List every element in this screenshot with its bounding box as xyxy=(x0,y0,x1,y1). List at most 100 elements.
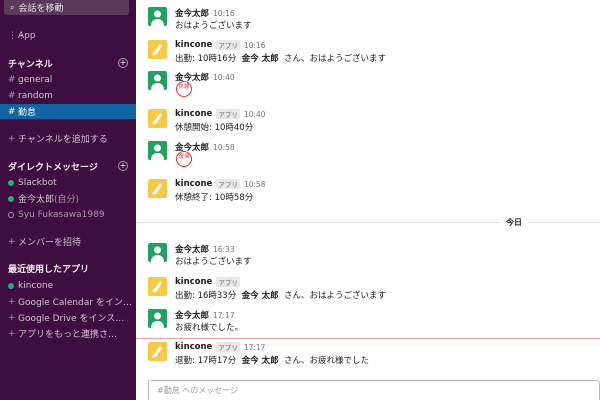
dm-header[interactable]: ダイレクトメッセージ + xyxy=(0,159,136,174)
timestamp[interactable]: 10:16 xyxy=(213,9,235,18)
mention-name: 金今 太郎 xyxy=(241,54,279,64)
sidebar-item-random[interactable]: # random xyxy=(0,88,136,103)
kincone-avatar-icon[interactable] xyxy=(148,109,167,128)
timestamp[interactable]: 16:33 xyxy=(213,245,235,254)
message-text: おはようございます xyxy=(175,21,252,31)
channels-header-label: チャンネル xyxy=(8,60,53,70)
kincone-avatar-icon[interactable] xyxy=(148,277,167,296)
plus-icon: + xyxy=(8,236,16,247)
add-dm-plus-icon[interactable]: + xyxy=(118,161,128,171)
message[interactable]: kincone アプリ 10:16 出勤: 10時16分 金今 太郎 さん、おはよう… xyxy=(136,37,600,67)
app-name: Google Drive をインス… xyxy=(18,314,125,324)
dm-name: 金今太郎 xyxy=(18,195,55,205)
sidebar-item-more-apps[interactable]: + アプリをもっと連携さ… xyxy=(0,326,136,341)
message[interactable]: kincone アプリ 10:40 休憩開始: 10時40分 xyxy=(136,106,600,136)
app-badge: アプリ xyxy=(216,277,240,287)
jump-to-button[interactable]: ⌕ 会話を移動 xyxy=(4,0,129,15)
dm-name: Syu Fukasawa1989 xyxy=(18,209,105,220)
return-stamp: 復帰 xyxy=(176,151,192,167)
sidebar-item-general[interactable]: # general xyxy=(0,72,136,87)
user-avatar-icon[interactable] xyxy=(148,71,167,90)
kincone-avatar-icon[interactable] xyxy=(148,342,167,361)
jump-label: 会話を移動 xyxy=(18,4,64,14)
user-avatar-icon[interactable] xyxy=(148,141,167,160)
message-suffix: さん、お疲れ様でした xyxy=(283,356,369,366)
timestamp[interactable]: 17:17 xyxy=(244,343,266,352)
sidebar: ⌕ 会話を移動 ⋮⋮ App チャンネル + # general # rando… xyxy=(0,0,136,400)
plus-icon: + xyxy=(8,133,16,144)
channels-header[interactable]: チャンネル + xyxy=(0,56,136,71)
kincone-avatar-icon[interactable] xyxy=(148,40,167,59)
recent-apps-header-label: 最近使用したアプリ xyxy=(8,265,90,275)
sidebar-item-slackbot[interactable]: Slackbot xyxy=(0,175,136,190)
message-text: お疲れ様でした。 xyxy=(175,323,244,333)
plus-icon: + xyxy=(8,312,16,323)
sidebar-item-kincone[interactable]: kincone xyxy=(0,278,136,293)
message-input[interactable]: #勤怠 へのメッセージ xyxy=(148,380,600,400)
online-status-icon xyxy=(8,282,14,289)
app-badge: アプリ xyxy=(216,342,240,352)
sender-name[interactable]: kincone xyxy=(175,342,212,352)
message[interactable]: 金今太郎 17:17 お疲れ様でした。 xyxy=(136,306,600,336)
app-badge: アプリ xyxy=(216,109,240,119)
mention-name: 金今 太郎 xyxy=(241,356,279,366)
user-avatar-icon[interactable] xyxy=(148,243,167,262)
message[interactable]: kincone アプリ 17:17 退勤: 17時17分 金今 太郎 さん、お疲れ様… xyxy=(136,339,600,371)
sender-name[interactable]: kincone xyxy=(175,277,212,287)
app-name: kincone xyxy=(18,280,54,291)
timestamp[interactable]: 17:17 xyxy=(213,311,235,320)
message[interactable]: 金今太郎 10:58 復帰 xyxy=(136,138,600,174)
user-avatar-icon[interactable] xyxy=(148,309,167,328)
apps-link[interactable]: ⋮⋮ App xyxy=(0,28,136,43)
user-avatar-icon[interactable] xyxy=(148,7,167,26)
online-status-icon xyxy=(8,179,14,186)
timestamp[interactable]: 10:40 xyxy=(244,110,266,119)
app-name: Google Calendar をイン… xyxy=(18,298,132,308)
day-divider-label: 今日 xyxy=(500,217,528,228)
timestamp[interactable]: 10:58 xyxy=(213,143,235,152)
message-text: おはようございます xyxy=(175,257,252,267)
message[interactable]: kincone アプリ 出勤: 16時33分 金今 太郎 さん、おはようございます xyxy=(136,274,600,304)
sidebar-item-google-drive[interactable]: + Google Drive をインス… xyxy=(0,310,136,325)
message-text: 休憩開始: 10時40分 xyxy=(175,123,254,133)
add-channel-label: チャンネルを追加する xyxy=(18,135,108,145)
sidebar-item-kintai[interactable]: # 勤怠 xyxy=(0,104,136,119)
plus-icon: + xyxy=(8,328,16,339)
message-text: 出勤: 16時33分 金今 太郎 さん、おはようございます xyxy=(175,289,386,301)
timestamp[interactable]: 10:58 xyxy=(244,180,266,189)
message-prefix: 出勤: 10時16分 xyxy=(175,54,237,64)
message-suffix: さん、おはようございます xyxy=(283,291,386,301)
app-badge: アプリ xyxy=(216,40,240,50)
timestamp[interactable]: 10:40 xyxy=(213,73,235,82)
message-text: 退勤: 17時17分 金今 太郎 さん、お疲れ様でした xyxy=(175,354,369,366)
add-channel-plus-icon[interactable]: + xyxy=(118,58,128,68)
recent-apps-header[interactable]: 最近使用したアプリ xyxy=(0,261,136,276)
sidebar-item-google-calendar[interactable]: + Google Calendar をイン… xyxy=(0,294,136,309)
message[interactable]: kincone アプリ 10:58 休憩終了: 10時58分 xyxy=(136,176,600,206)
sender-name[interactable]: 金今太郎 xyxy=(175,7,209,19)
add-channel-button[interactable]: + チャンネルを追加する xyxy=(0,131,136,146)
message-text: 出勤: 10時16分 金今 太郎 さん、おはようございます xyxy=(175,52,386,64)
kincone-avatar-icon[interactable] xyxy=(148,179,167,198)
sender-name[interactable]: kincone xyxy=(175,109,212,119)
sidebar-item-syu[interactable]: Syu Fukasawa1989 xyxy=(0,207,136,222)
message-text: 休憩終了: 10時58分 xyxy=(175,193,254,203)
channel-name: 勤怠 xyxy=(18,108,37,118)
sidebar-item-self[interactable]: 金今太郎 (自分) xyxy=(0,191,136,206)
message-pane: 金今太郎 10:16 おはようございます kincone アプリ 10:16 出勤: … xyxy=(136,0,600,400)
message[interactable]: 金今太郎 10:16 おはようございます xyxy=(136,4,600,34)
message[interactable]: 金今太郎 16:33 おはようございます xyxy=(136,240,600,270)
offline-status-icon xyxy=(8,211,14,218)
sender-name[interactable]: 金今太郎 xyxy=(175,243,209,255)
timestamp[interactable]: 10:16 xyxy=(244,41,266,50)
dm-name: Slackbot xyxy=(18,177,57,188)
invite-members-button[interactable]: + メンバーを招待 xyxy=(0,234,136,249)
search-icon: ⌕ xyxy=(10,2,15,12)
message-prefix: 退勤: 17時17分 xyxy=(175,356,237,366)
sender-name[interactable]: 金今太郎 xyxy=(175,309,209,321)
app-badge: アプリ xyxy=(216,179,240,189)
sender-name[interactable]: kincone xyxy=(175,40,212,50)
sender-name[interactable]: kincone xyxy=(175,179,212,189)
message[interactable]: 金今太郎 10:40 休憩 xyxy=(136,68,600,104)
invite-label: メンバーを招待 xyxy=(18,238,82,248)
